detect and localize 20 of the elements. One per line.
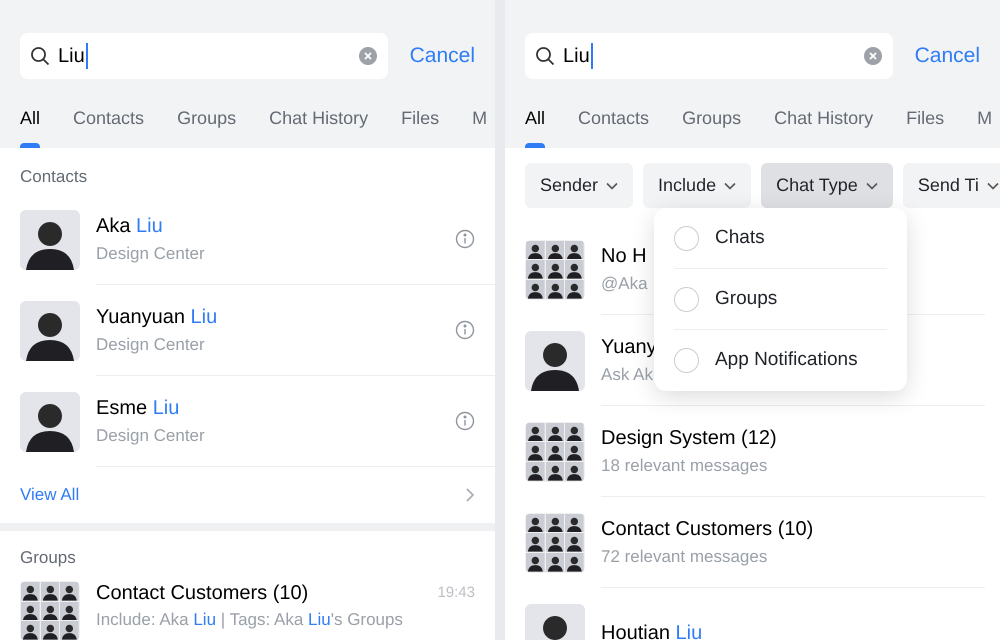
result-title: Yuany (601, 335, 657, 360)
section-heading: Groups (20, 548, 76, 567)
contact-department: Design Center (96, 243, 206, 266)
result-subtitle: 72 relevant messages (601, 546, 768, 568)
result-title: Design System (12) (601, 426, 777, 452)
section-heading: Contacts (20, 167, 88, 186)
group-details: Include: Aka Liu | Tags: Aka Liu's Groups (96, 609, 404, 631)
contact-name: Yuanyuan Liu (96, 305, 218, 330)
result-subtitle: Ask Ak (601, 364, 653, 386)
timestamp: 19:43 (437, 582, 475, 603)
result-title: Contact Customers (10) (601, 517, 814, 542)
result-title: No H (601, 244, 647, 270)
result-subtitle: 18 relevant messages (601, 455, 768, 478)
contact-name: Esme Liu (96, 396, 180, 422)
result-subtitle: @Aka (601, 273, 648, 296)
result-title: Houtian Liu (601, 621, 702, 640)
contact-department: Design Center (96, 425, 206, 448)
group-name: Contact Customers (10) (96, 581, 310, 605)
contact-name: Aka Liu (96, 214, 164, 240)
contact-department: Design Center (96, 334, 206, 356)
